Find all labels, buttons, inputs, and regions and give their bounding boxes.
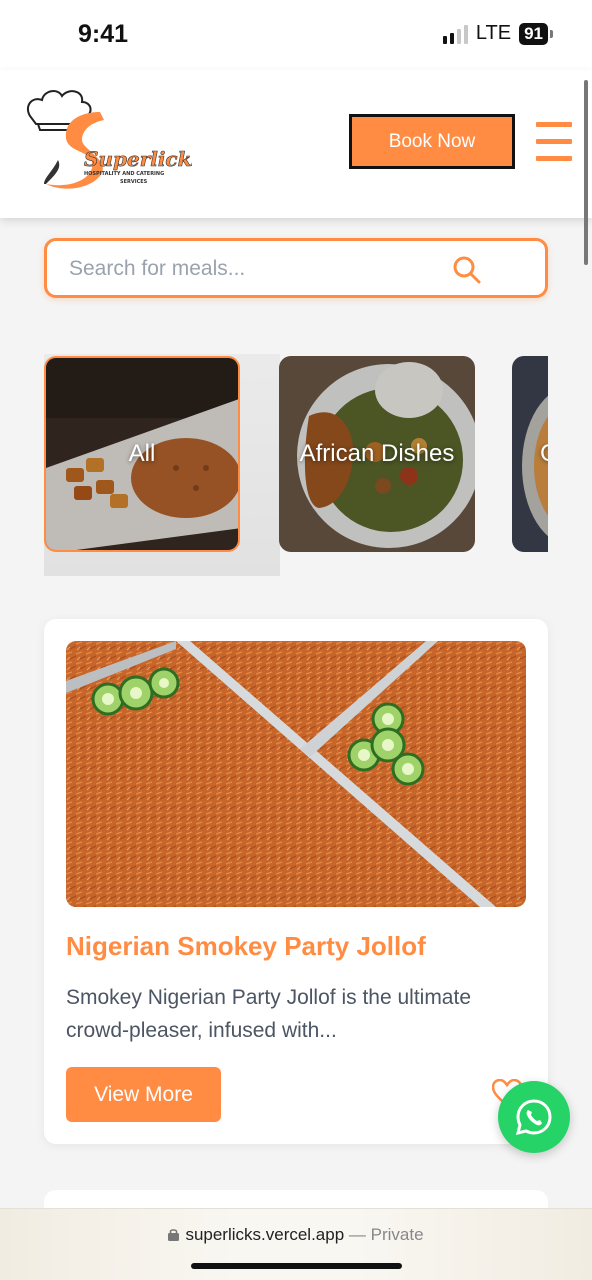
logo-wordmark: Superlicks [84,147,192,171]
search-input[interactable] [69,253,449,285]
site-header: Superlicks HOSPITALITY AND CATERING SERV… [0,70,592,218]
svg-text:HOSPITALITY AND CATERING: HOSPITALITY AND CATERING [84,171,164,177]
battery-icon: 91 [519,22,553,45]
url-row[interactable]: superlicks.vercel.app — Private [0,1225,592,1245]
status-bar: 9:41 LTE 91 [0,0,592,70]
category-card-african-dishes[interactable]: African Dishes [279,356,475,552]
jollof-rice-tray-image [66,641,526,907]
scrollbar[interactable] [584,80,588,265]
signal-icon [442,24,468,44]
status-time: 9:41 [78,20,129,48]
network-type: LTE [475,22,512,44]
category-card-partial[interactable]: C [512,356,548,552]
search-icon[interactable] [451,254,483,286]
search-bar [44,238,548,298]
category-carousel[interactable]: All African Dishes C [44,354,548,576]
hamburger-menu-icon[interactable] [536,122,572,162]
category-label: African Dishes [299,440,455,467]
browser-address-bar[interactable]: superlicks.vercel.app — Private [0,1208,592,1280]
whatsapp-icon [515,1099,552,1136]
home-indicator[interactable] [191,1263,402,1269]
view-more-button[interactable]: View More [66,1067,221,1122]
svg-text:SERVICES: SERVICES [120,179,148,185]
private-mode-label: Private [370,1225,424,1244]
book-now-button[interactable]: Book Now [349,114,515,169]
whatsapp-chat-button[interactable] [498,1081,570,1153]
category-card-all[interactable]: All [44,356,240,552]
meal-card: Nigerian Smokey Party Jollof Smokey Nige… [44,619,548,1144]
url-text: superlicks.vercel.app [185,1225,345,1244]
battery-level: 91 [524,23,543,43]
status-indicators: LTE 91 [442,22,553,45]
meal-image [66,641,526,907]
meal-description: Smokey Nigerian Party Jollof is the ulti… [66,986,471,1042]
url-separator: — [344,1225,371,1244]
superlicks-logo[interactable]: Superlicks HOSPITALITY AND CATERING SERV… [22,84,192,202]
meal-title[interactable]: Nigerian Smokey Party Jollof [66,931,426,962]
category-label: All [128,440,156,467]
category-label: C [512,356,548,552]
lock-icon [168,1229,180,1241]
